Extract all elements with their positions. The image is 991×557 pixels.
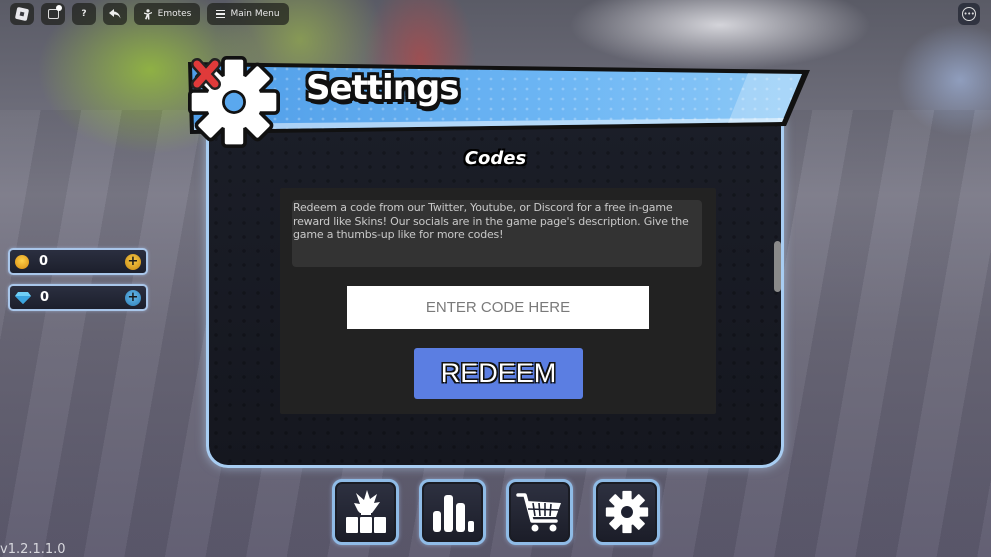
header-banner-shape — [188, 62, 810, 134]
coins-value: 0 — [39, 254, 49, 269]
shop-button[interactable] — [506, 479, 573, 545]
gear-icon — [605, 490, 648, 534]
notification-dot — [56, 5, 62, 11]
redeem-button[interactable]: REDEEM — [414, 348, 583, 399]
coins-counter: 0 + — [8, 248, 148, 275]
bar-chart-icon — [432, 495, 474, 532]
modal-scrollbar[interactable] — [774, 241, 781, 292]
help-button[interactable]: ? — [72, 3, 96, 25]
gems-counter: 0 + — [8, 284, 148, 311]
codes-description: Redeem a code from our Twitter, Youtube,… — [293, 201, 689, 241]
bottom-nav — [332, 479, 660, 545]
codes-description-box: Redeem a code from our Twitter, Youtube,… — [292, 200, 702, 267]
settings-header: Settings — [188, 56, 810, 148]
code-input[interactable] — [347, 286, 649, 329]
close-button[interactable] — [188, 56, 224, 92]
chat-button[interactable] — [41, 3, 65, 25]
coin-icon — [15, 254, 29, 269]
main-menu-button[interactable]: Main Menu — [207, 3, 289, 25]
codes-section-title: Codes — [464, 148, 527, 169]
buy-coins-button[interactable]: + — [125, 253, 141, 270]
gems-value: 0 — [40, 290, 50, 305]
emote-figure-icon — [143, 8, 152, 19]
shopping-cart-icon — [515, 493, 561, 532]
roblox-menu-button[interactable] — [10, 3, 34, 25]
roblox-topbar: ? Emotes Main Menu — [10, 3, 289, 25]
help-label: ? — [81, 9, 87, 19]
leaderboard-button[interactable] — [419, 479, 486, 545]
character-button[interactable] — [332, 479, 399, 545]
settings-button[interactable] — [593, 479, 660, 545]
back-button[interactable] — [103, 3, 127, 25]
buy-gems-button[interactable]: + — [125, 289, 141, 306]
main-menu-label: Main Menu — [230, 9, 280, 19]
roblox-logo-icon — [14, 6, 30, 22]
back-arrow-icon — [109, 9, 121, 19]
hamburger-icon — [216, 9, 226, 19]
more-options-button[interactable]: ••• — [958, 3, 980, 25]
ellipsis-icon: ••• — [962, 7, 976, 21]
modal-title: Settings — [306, 68, 459, 108]
gem-icon — [15, 291, 31, 304]
character-icon — [345, 490, 386, 533]
version-label: v1.2.1.1.0 — [0, 542, 66, 557]
emotes-label: Emotes — [157, 9, 192, 19]
emotes-button[interactable]: Emotes — [134, 3, 200, 25]
